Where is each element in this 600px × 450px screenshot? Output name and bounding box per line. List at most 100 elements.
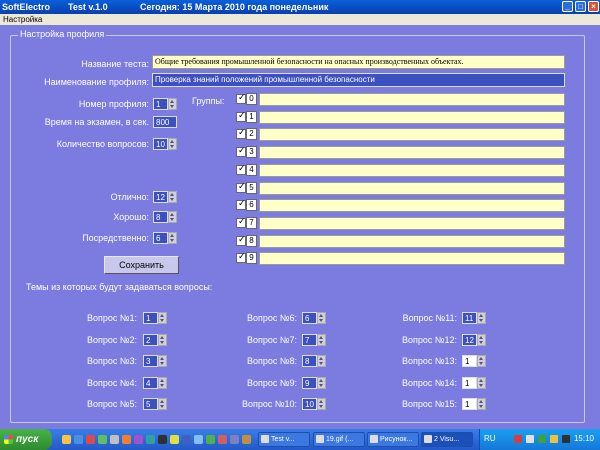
profile-name-field[interactable]: Проверка знаний положений промышленной б…	[152, 73, 565, 87]
question-stepper[interactable]: 7	[302, 333, 326, 346]
stepper-arrows-icon[interactable]	[317, 312, 326, 324]
group-checkbox[interactable]	[236, 235, 246, 246]
question-stepper[interactable]: 1	[462, 398, 486, 410]
question-stepper[interactable]: 4	[143, 376, 167, 389]
group-field[interactable]	[259, 163, 565, 177]
question-stepper[interactable]: 3	[143, 355, 167, 367]
exam-time-value[interactable]: 800	[153, 116, 177, 128]
app-icon[interactable]	[242, 435, 251, 444]
stepper-arrows-icon[interactable]	[168, 211, 177, 223]
tray-icon[interactable]	[538, 435, 546, 443]
stepper-arrows-icon[interactable]	[158, 312, 167, 324]
tray-icon[interactable]	[526, 435, 534, 443]
app-icon[interactable]	[158, 435, 167, 444]
app-icon[interactable]	[218, 435, 227, 444]
group-field[interactable]	[259, 181, 565, 195]
good-value[interactable]: 8	[153, 211, 168, 223]
question-stepper[interactable]: 5	[143, 398, 167, 410]
stepper-arrows-icon[interactable]	[317, 376, 326, 389]
folder-icon[interactable]	[62, 435, 71, 444]
satisfactory-stepper[interactable]: 6	[153, 232, 177, 244]
question-value[interactable]: 1	[462, 398, 477, 410]
question-value[interactable]: 5	[143, 398, 158, 410]
question-stepper[interactable]: 2	[143, 333, 167, 346]
question-value[interactable]: 4	[143, 376, 158, 389]
group-field[interactable]	[259, 252, 565, 266]
question-stepper[interactable]: 12	[462, 333, 486, 346]
stepper-arrows-icon[interactable]	[477, 333, 486, 346]
question-stepper[interactable]: 9	[302, 376, 326, 389]
group-checkbox[interactable]	[236, 217, 246, 228]
stepper-arrows-icon[interactable]	[477, 376, 486, 389]
app-icon[interactable]	[170, 435, 179, 444]
group-checkbox[interactable]	[236, 128, 246, 140]
stepper-arrows-icon[interactable]	[168, 191, 177, 203]
question-count-value[interactable]: 10	[153, 138, 168, 150]
stepper-arrows-icon[interactable]	[477, 398, 486, 410]
stepper-arrows-icon[interactable]	[477, 355, 486, 367]
group-checkbox[interactable]	[236, 164, 246, 175]
group-field[interactable]	[259, 128, 565, 142]
group-checkbox[interactable]	[236, 146, 246, 158]
stepper-arrows-icon[interactable]	[168, 98, 177, 110]
question-value[interactable]: 6	[302, 312, 317, 324]
taskbar-task[interactable]: 19.gif (...	[313, 432, 365, 447]
excellent-value[interactable]: 12	[153, 191, 168, 203]
stepper-arrows-icon[interactable]	[168, 138, 177, 150]
stepper-arrows-icon[interactable]	[158, 355, 167, 367]
taskbar-task[interactable]: Test v...	[258, 432, 310, 447]
question-value[interactable]: 1	[462, 355, 477, 367]
excellent-stepper[interactable]: 12	[153, 191, 177, 203]
app-icon[interactable]	[98, 435, 107, 444]
question-stepper[interactable]: 1	[462, 376, 486, 389]
app-icon[interactable]	[86, 435, 95, 444]
question-value[interactable]: 11	[462, 312, 477, 324]
menu-item-settings[interactable]: Настройка	[3, 15, 42, 24]
stepper-arrows-icon[interactable]	[158, 376, 167, 389]
profile-number-value[interactable]: 1	[153, 98, 168, 110]
taskbar-task[interactable]: 2 Visu...	[421, 432, 473, 447]
stepper-arrows-icon[interactable]	[158, 333, 167, 346]
question-count-stepper[interactable]: 10	[153, 138, 177, 150]
question-stepper[interactable]: 1	[462, 355, 486, 367]
stepper-arrows-icon[interactable]	[317, 333, 326, 346]
stepper-arrows-icon[interactable]	[168, 232, 177, 244]
question-value[interactable]: 1	[462, 376, 477, 389]
group-field[interactable]	[259, 234, 565, 248]
group-field[interactable]	[259, 110, 565, 124]
group-checkbox[interactable]	[236, 252, 246, 264]
question-stepper[interactable]: 6	[302, 312, 326, 324]
question-value[interactable]: 2	[143, 333, 158, 346]
question-value[interactable]: 12	[462, 333, 477, 346]
question-value[interactable]: 1	[143, 312, 158, 324]
question-stepper[interactable]: 10	[302, 398, 326, 410]
exam-time-field[interactable]: 800	[153, 116, 177, 128]
group-field[interactable]	[259, 216, 565, 230]
group-checkbox[interactable]	[236, 182, 246, 193]
tray-icon[interactable]	[514, 435, 522, 443]
app-icon[interactable]	[110, 435, 119, 444]
question-stepper[interactable]: 8	[302, 355, 326, 367]
app-icon[interactable]	[230, 435, 239, 444]
question-value[interactable]: 8	[302, 355, 317, 367]
good-stepper[interactable]: 8	[153, 211, 177, 223]
group-checkbox[interactable]	[236, 93, 246, 104]
start-button[interactable]: пуск	[0, 429, 52, 450]
group-field[interactable]	[259, 146, 565, 160]
ie-icon[interactable]	[74, 435, 83, 444]
question-value[interactable]: 9	[302, 376, 317, 389]
group-checkbox[interactable]	[236, 111, 246, 122]
taskbar-task[interactable]: Рисунок...	[367, 432, 419, 447]
question-stepper[interactable]: 11	[462, 312, 486, 324]
minimize-button[interactable]: _	[562, 1, 573, 12]
question-value[interactable]: 7	[302, 333, 317, 346]
group-field[interactable]	[259, 199, 565, 213]
question-stepper[interactable]: 1	[143, 312, 167, 324]
app-icon[interactable]	[194, 435, 203, 444]
profile-number-stepper[interactable]: 1	[153, 98, 177, 110]
app-icon[interactable]	[122, 435, 131, 444]
stepper-arrows-icon[interactable]	[158, 398, 167, 410]
tray-icon[interactable]	[550, 435, 558, 443]
tray-icon[interactable]	[562, 435, 570, 443]
satisfactory-value[interactable]: 6	[153, 232, 168, 244]
